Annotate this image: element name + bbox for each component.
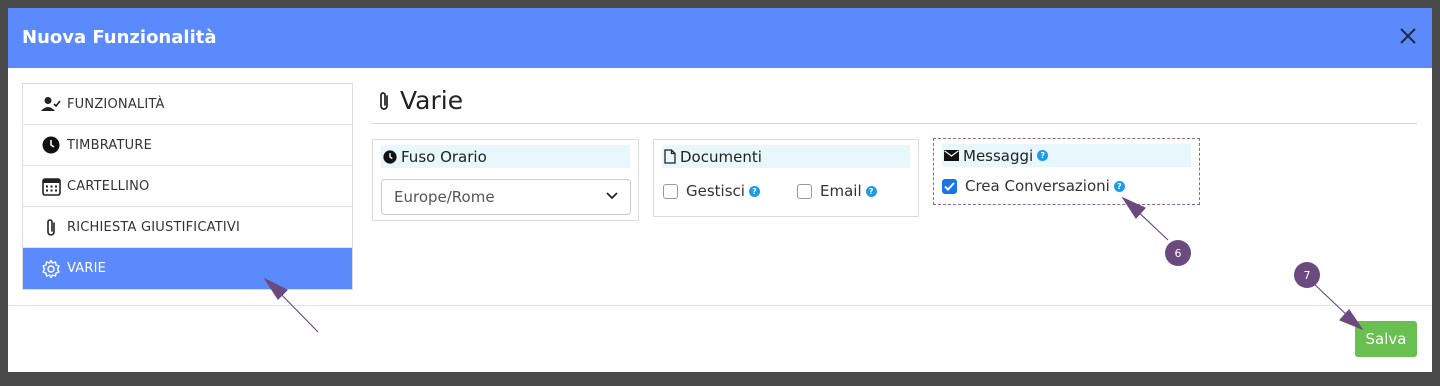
fuso-orario-header: Fuso Orario <box>381 145 630 168</box>
sidebar-item-label: RICHIESTA GIUSTIFICATIVI <box>67 219 241 235</box>
help-icon[interactable]: ? <box>1113 180 1125 192</box>
documenti-card: Documenti Gestisci ? Email ? <box>653 139 919 217</box>
save-button[interactable]: Salva <box>1355 321 1417 357</box>
user-check-icon <box>41 94 61 114</box>
sidebar-item-richiesta-giustificativi[interactable]: RICHIESTA GIUSTIFICATIVI <box>23 207 352 248</box>
timezone-select-value: Europe/Rome <box>394 188 495 206</box>
page-title-text: Varie <box>400 86 464 115</box>
help-icon[interactable]: ? <box>1037 150 1049 161</box>
sidebar-item-timbrature[interactable]: TIMBRATURE <box>23 125 352 166</box>
annotation-badge-7: 7 <box>1294 262 1320 288</box>
document-icon <box>664 149 676 164</box>
help-icon[interactable]: ? <box>865 185 877 197</box>
modal-header: Nuova Funzionalità <box>8 8 1432 68</box>
gestisci-label: Gestisci <box>686 182 745 200</box>
footer-divider <box>8 305 1432 306</box>
messaggi-header: Messaggi ? <box>942 144 1191 167</box>
help-icon[interactable]: ? <box>748 185 760 197</box>
section-divider <box>372 123 1417 124</box>
gestisci-checkbox[interactable] <box>663 183 678 199</box>
fuso-orario-card: Fuso Orario Europe/Rome <box>372 139 639 221</box>
fuso-orario-title: Fuso Orario <box>401 147 487 166</box>
documenti-header: Documenti <box>662 145 910 168</box>
close-icon[interactable] <box>1398 26 1418 46</box>
email-label: Email <box>820 182 862 200</box>
paperclip-icon <box>41 217 61 237</box>
modal-dialog: Nuova Funzionalità FUNZIONALITÀ TIMBRATU… <box>8 8 1432 372</box>
sidebar-nav: FUNZIONALITÀ TIMBRATURE CARTELLINO RICHI… <box>22 83 353 290</box>
email-option: Email ? <box>797 182 877 200</box>
messaggi-title: Messaggi <box>963 146 1034 165</box>
sidebar-item-funzionalita[interactable]: FUNZIONALITÀ <box>23 84 352 125</box>
sidebar-item-label: CARTELLINO <box>67 178 150 194</box>
gestisci-option: Gestisci ? <box>663 182 760 200</box>
timezone-select[interactable]: Europe/Rome <box>381 179 631 215</box>
crea-conversazioni-checkbox[interactable] <box>942 178 957 194</box>
email-checkbox[interactable] <box>797 183 812 199</box>
sidebar-item-varie[interactable]: VARIE <box>23 248 352 289</box>
clock-icon <box>41 135 61 155</box>
sidebar-item-label: TIMBRATURE <box>67 137 153 153</box>
calendar-icon <box>41 176 61 196</box>
sidebar-item-label: VARIE <box>67 261 107 276</box>
crea-conversazioni-label: Crea Conversazioni <box>965 177 1110 195</box>
page-title: Varie <box>378 86 463 115</box>
crea-conversazioni-option: Crea Conversazioni ? <box>942 177 1125 195</box>
gear-icon <box>41 259 61 279</box>
documenti-title: Documenti <box>680 147 762 166</box>
modal-title: Nuova Funzionalità <box>22 27 217 48</box>
sidebar-item-label: FUNZIONALITÀ <box>67 96 165 112</box>
highlight-box: Messaggi ? Crea Conversazioni ? <box>933 138 1200 205</box>
paperclip-icon <box>378 91 390 111</box>
sidebar-item-cartellino[interactable]: CARTELLINO <box>23 166 352 207</box>
annotation-badge-6: 6 <box>1165 240 1191 266</box>
envelope-icon <box>944 150 959 161</box>
chevron-down-icon <box>606 192 618 200</box>
clock-icon <box>383 149 397 164</box>
